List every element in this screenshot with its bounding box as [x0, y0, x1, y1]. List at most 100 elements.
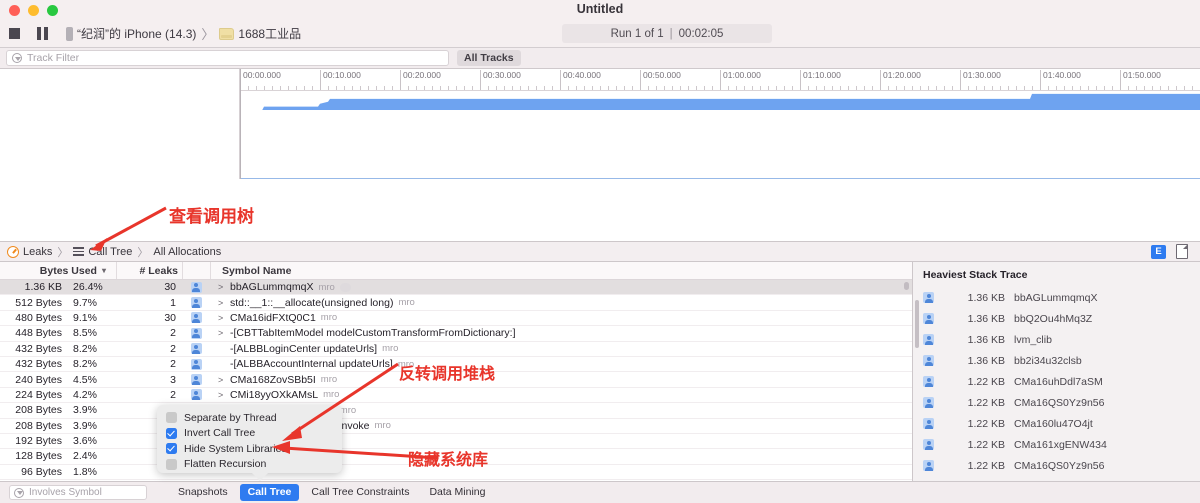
cell-icon: [182, 312, 210, 324]
user-code-icon: [923, 418, 934, 429]
bottom-segmented-control[interactable]: Snapshots Call Tree Call Tree Constraints D…: [170, 484, 493, 501]
all-tracks-button[interactable]: All Tracks: [457, 50, 521, 66]
involves-symbol-input[interactable]: Involves Symbol: [9, 485, 147, 500]
checkbox-unchecked-icon[interactable]: [166, 458, 177, 470]
bottom-tab-call-tree-constraints[interactable]: Call Tree Constraints: [303, 484, 417, 501]
user-code-icon: [923, 292, 934, 303]
cell-percent: 3.9%: [73, 404, 97, 417]
stack-frame-row[interactable]: 1.36 KB bbQ2Ou4hMq3Z: [913, 308, 1200, 329]
table-scrollbar[interactable]: [904, 282, 909, 290]
table-row[interactable]: 512 Bytes 9.7% 1 > std::__1::__allocate(unsi…: [0, 295, 912, 311]
symbol-label: bbAGLummqmqX: [230, 281, 314, 294]
stack-frame-row[interactable]: 1.22 KB CMa16QS0Yz9n56: [913, 455, 1200, 476]
disclosure-triangle-icon[interactable]: >: [218, 390, 225, 400]
disclosure-triangle-icon[interactable]: >: [218, 282, 225, 292]
table-row[interactable]: 432 Bytes 8.2% 2 -[ALBBLoginCenter updateUr…: [0, 342, 912, 357]
time-minor-tick: [792, 86, 793, 90]
cell-percent: 3.6%: [73, 435, 97, 448]
time-minor-tick: [312, 86, 313, 90]
leaks-icon: [7, 245, 19, 258]
module-label: mro: [318, 281, 335, 293]
checkbox-checked-icon[interactable]: [166, 443, 177, 455]
table-row[interactable]: 224 Bytes 4.2% 2 > CMi18yyOXkAMsL mro: [0, 388, 912, 404]
cell-num-leaks: 2: [170, 342, 176, 355]
call-tree-options-popover[interactable]: Separate by Thread Invert Call Tree Hide S…: [157, 405, 342, 481]
breadcrumb-item-all-allocations[interactable]: All Allocations: [153, 246, 221, 258]
annotation-pill[interactable]: [339, 282, 351, 292]
time-minor-tick: [368, 86, 369, 90]
bottom-tab-snapshots[interactable]: Snapshots: [170, 484, 236, 501]
annotation-hide-system-libraries: 隐藏系统库: [408, 452, 489, 469]
stack-trace-scrollbar[interactable]: [915, 300, 919, 348]
stack-frame-row[interactable]: 1.36 KB lvm_clib: [913, 329, 1200, 350]
popover-option-row[interactable]: Separate by Thread: [157, 410, 342, 426]
breadcrumb-item-call-tree[interactable]: Call Tree: [73, 246, 132, 258]
time-tick-label: 00:50.000: [640, 70, 681, 90]
time-minor-tick: [568, 86, 569, 90]
time-minor-tick: [896, 86, 897, 90]
time-minor-tick: [1048, 86, 1049, 90]
breadcrumb-call-tree-label: Call Tree: [88, 245, 133, 258]
disclosure-triangle-icon[interactable]: >: [218, 298, 225, 308]
checkbox-unchecked-icon[interactable]: [166, 412, 177, 424]
cell-symbol-name: > std::__1::__allocate(unsigned long) mro: [210, 297, 912, 309]
document-icon[interactable]: [1176, 244, 1188, 259]
table-row[interactable]: 208 Bytes3.9%iggerIdleScene]_block_invok…: [0, 419, 912, 434]
track-filter-input[interactable]: Track Filter: [6, 50, 449, 66]
time-minor-tick: [1072, 86, 1073, 90]
popover-option-row[interactable]: Invert Call Tree: [157, 426, 342, 442]
breadcrumb-item-leaks[interactable]: Leaks: [7, 245, 52, 258]
table-row[interactable]: 480 Bytes 9.1% 30 > CMa16idFXtQ0C1 mro: [0, 311, 912, 327]
time-minor-tick: [512, 86, 513, 90]
stack-frame-row[interactable]: 1.22 KB CMa16uhDdl7aSM: [913, 371, 1200, 392]
disclosure-triangle-icon[interactable]: >: [218, 375, 225, 385]
time-minor-tick: [544, 86, 545, 90]
time-minor-tick: [992, 86, 993, 90]
popover-option-label: Hide System Libraries: [184, 442, 287, 455]
pause-button[interactable]: [28, 24, 56, 44]
popover-option-row[interactable]: Hide System Libraries: [157, 441, 342, 457]
symbol-label: -[ALBBAccountInternal updateUrls]: [230, 358, 393, 371]
stack-frame-row[interactable]: 1.36 KB bbAGLummqmqX: [913, 287, 1200, 308]
annotation-invert-call-stack: 反转调用堆栈: [399, 366, 496, 383]
stack-frame-row[interactable]: 1.22 KB CMa160lu47O4jt: [913, 413, 1200, 434]
stack-frame-row[interactable]: 1.36 KB bb2i34u32clsb: [913, 350, 1200, 371]
disclosure-triangle-icon[interactable]: >: [218, 313, 225, 323]
stack-frame-row[interactable]: 1.22 KB CMa161xgENW434: [913, 434, 1200, 455]
time-minor-tick: [392, 86, 393, 90]
checkbox-checked-icon[interactable]: [166, 427, 177, 439]
cell-num-leaks: 30: [164, 281, 176, 294]
disclosure-triangle-icon[interactable]: >: [218, 328, 225, 338]
column-header-num-leaks[interactable]: # Leaks: [116, 262, 182, 279]
detail-view-toggles: E: [1151, 244, 1200, 259]
bottom-tab-call-tree[interactable]: Call Tree: [239, 484, 300, 501]
module-label: mro: [374, 420, 391, 432]
cell-bytes-used: 128 Bytes: [15, 450, 62, 463]
table-header-row: Bytes Used ▾ # Leaks Symbol Name: [0, 262, 912, 280]
time-minor-tick: [1096, 86, 1097, 90]
column-header-icon: [182, 262, 210, 279]
timeline-playhead[interactable]: [240, 69, 241, 179]
time-minor-tick: [776, 86, 777, 90]
table-row[interactable]: 448 Bytes 8.5% 2 > -[CBTTabItemModel modelCu…: [0, 326, 912, 342]
column-header-symbol-name[interactable]: Symbol Name: [210, 262, 912, 279]
extended-detail-button[interactable]: E: [1151, 244, 1166, 259]
time-minor-tick: [576, 86, 577, 90]
target-label: 1688工业品: [238, 27, 302, 41]
track-filter-bar: Track Filter All Tracks: [0, 48, 1200, 69]
time-minor-tick: [952, 86, 953, 90]
stop-button[interactable]: [0, 24, 28, 44]
popover-option-row[interactable]: Flatten Recursion: [157, 457, 342, 473]
stack-frame-symbol: bbQ2Ou4hMq3Z: [1014, 312, 1093, 325]
table-row[interactable]: 208 Bytes3.9%2>+[WXBase64 decode:]mro: [0, 403, 912, 419]
time-ruler[interactable]: 00:00.000 00:10.000 00:20.000 00:30.000 00:4…: [240, 69, 1200, 91]
column-header-bytes-used[interactable]: Bytes Used ▾: [0, 262, 116, 279]
stack-frame-row[interactable]: 1.22 KB CMa16QS0Yz9n56: [913, 392, 1200, 413]
heaviest-stack-trace-list[interactable]: 1.36 KB bbAGLummqmqX 1.36 KB bbQ2Ou4hMq3Z 1.…: [913, 287, 1200, 497]
time-minor-tick: [376, 86, 377, 90]
table-row[interactable]: 1.36 KB 26.4% 30 > bbAGLummqmqX mro: [0, 280, 912, 296]
target-selector[interactable]: “纪润”的 iPhone (14.3) 〉 1688工业品: [66, 24, 301, 43]
cell-num-leaks: 2: [170, 388, 176, 401]
bottom-tab-data-mining[interactable]: Data Mining: [421, 484, 493, 501]
user-code-icon: [923, 397, 934, 408]
